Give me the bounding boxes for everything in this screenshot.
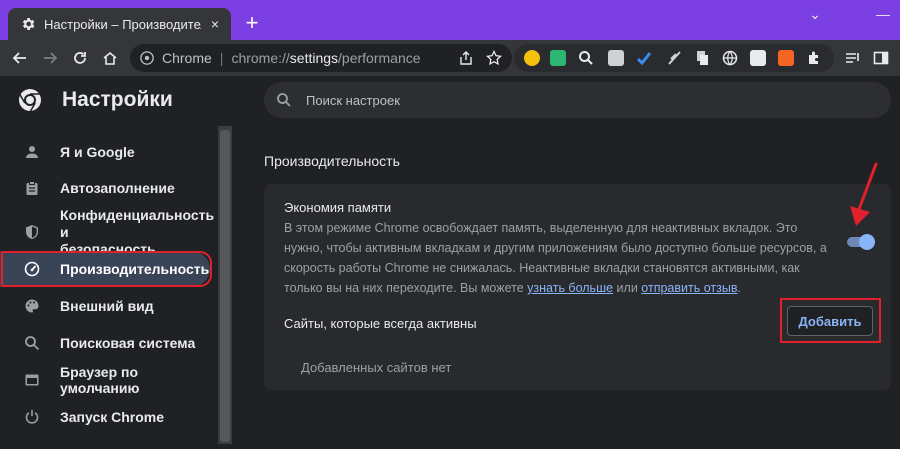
home-button[interactable] xyxy=(98,46,122,70)
chrome-site-icon xyxy=(140,51,154,65)
reload-button[interactable] xyxy=(68,46,92,70)
sidebar-item-label: Запуск Chrome xyxy=(60,409,165,425)
tab-strip: Настройки – Производительнос × + ⌄ — xyxy=(0,0,900,40)
add-site-button[interactable]: Добавить xyxy=(787,306,873,336)
reading-list-icon[interactable] xyxy=(843,48,863,68)
checkmark-extension-icon[interactable] xyxy=(636,50,652,66)
reload-icon xyxy=(74,52,86,64)
share-icon[interactable] xyxy=(458,50,474,66)
speedometer-icon xyxy=(22,259,42,279)
gear-icon xyxy=(22,18,35,30)
omnibox-separator: | xyxy=(219,50,224,66)
quill-extension-icon[interactable] xyxy=(666,50,682,66)
url-host: settings xyxy=(289,50,339,66)
sidebar-item-on-startup[interactable]: Запуск Chrome xyxy=(0,399,210,435)
sidebar-item-label-line1: Конфиденциальность и xyxy=(60,206,215,240)
sidebar-item-appearance[interactable]: Внешний вид xyxy=(0,288,210,324)
sidebar-item-label: Поисковая система xyxy=(60,335,196,351)
memory-saver-toggle[interactable] xyxy=(845,234,875,250)
shield-icon xyxy=(22,222,42,242)
forward-button[interactable] xyxy=(38,46,62,70)
toggle-knob xyxy=(859,234,875,250)
address-bar[interactable]: Chrome | chrome://settings/performance xyxy=(130,44,512,72)
site-label: Chrome xyxy=(162,50,212,66)
sidebar-item-label: Производительность xyxy=(60,261,210,277)
sidebar-item-label: Я и Google xyxy=(60,144,135,160)
back-button[interactable] xyxy=(8,46,32,70)
home-icon xyxy=(103,51,117,65)
search-input[interactable] xyxy=(306,92,806,108)
shield-check-extension-icon[interactable] xyxy=(550,50,566,66)
sidebar-item-search-engine[interactable]: Поисковая система xyxy=(0,325,210,361)
arrow-right-icon xyxy=(44,52,58,64)
always-active-sites-label: Сайты, которые всегда активны xyxy=(284,316,477,331)
sidebar-item-default-browser[interactable]: Браузер по умолчанию xyxy=(0,362,210,398)
tab-settings[interactable]: Настройки – Производительнос × xyxy=(8,8,231,40)
clipboard-icon xyxy=(22,178,42,198)
search-icon xyxy=(22,333,42,353)
minimize-button[interactable]: — xyxy=(868,6,898,26)
chrome-logo-icon xyxy=(19,89,41,112)
palette-icon xyxy=(22,296,42,316)
side-panel-icon[interactable] xyxy=(871,48,891,68)
page-title: Настройки xyxy=(62,88,173,111)
person-icon xyxy=(22,142,42,162)
sidebar-scroll-thumb[interactable] xyxy=(220,130,230,442)
url-text: chrome://settings/performance xyxy=(231,50,420,66)
globe-extension-icon[interactable] xyxy=(722,50,738,66)
extensions-bar xyxy=(514,44,834,72)
sidebar-item-label: Автозаполнение xyxy=(60,180,175,196)
sidebar-item-label: Браузер по умолчанию xyxy=(60,364,140,396)
url-path: /performance xyxy=(338,50,421,66)
rss-extension-icon[interactable] xyxy=(778,50,794,66)
or-text: или xyxy=(616,281,638,295)
sidebar-item-autofill[interactable]: Автозаполнение xyxy=(0,170,210,206)
browser-icon xyxy=(22,370,42,390)
tab-search-icon[interactable]: ⌄ xyxy=(800,6,830,26)
power-icon xyxy=(22,407,42,427)
bookmark-star-icon[interactable] xyxy=(486,50,502,66)
sidebar-item-label: Внешний вид xyxy=(60,298,154,314)
memory-saver-card: Экономия памяти В этом режиме Chrome осв… xyxy=(264,184,891,390)
search-icon xyxy=(277,93,291,107)
magnifier-extension-icon[interactable] xyxy=(578,50,594,66)
sidebar-item-privacy[interactable]: Конфиденциальность и безопасность xyxy=(0,207,214,257)
tab-close-icon[interactable]: × xyxy=(207,16,223,32)
extension-1-icon[interactable] xyxy=(524,50,540,66)
section-title: Производительность xyxy=(264,153,400,169)
settings-header: Настройки xyxy=(0,76,900,124)
copy-extension-icon[interactable] xyxy=(694,50,710,66)
puzzle-extensions-icon[interactable] xyxy=(806,50,822,66)
memory-saver-description: В этом режиме Chrome освобождает память,… xyxy=(284,218,829,298)
document-extension-icon[interactable] xyxy=(750,50,766,66)
arrow-left-icon xyxy=(12,52,26,64)
new-tab-button[interactable]: + xyxy=(240,12,264,36)
sidebar-item-performance[interactable]: Производительность xyxy=(0,251,210,287)
sidebar-item-label: Конфиденциальность и безопасность xyxy=(60,207,214,258)
url-prefix: chrome:// xyxy=(231,50,290,66)
learn-more-link[interactable]: узнать больше xyxy=(527,281,613,295)
no-sites-text: Добавленных сайтов нет xyxy=(301,360,452,375)
square-extension-icon[interactable] xyxy=(608,50,624,66)
send-feedback-link[interactable]: отправить отзыв xyxy=(641,281,737,295)
period-text: . xyxy=(737,281,741,295)
memory-saver-title: Экономия памяти xyxy=(284,200,392,215)
settings-search[interactable] xyxy=(264,82,891,118)
sidebar-item-you-and-google[interactable]: Я и Google xyxy=(0,134,210,170)
tab-title: Настройки – Производительнос xyxy=(44,16,201,32)
browser-toolbar: Chrome | chrome://settings/performance xyxy=(0,40,900,76)
